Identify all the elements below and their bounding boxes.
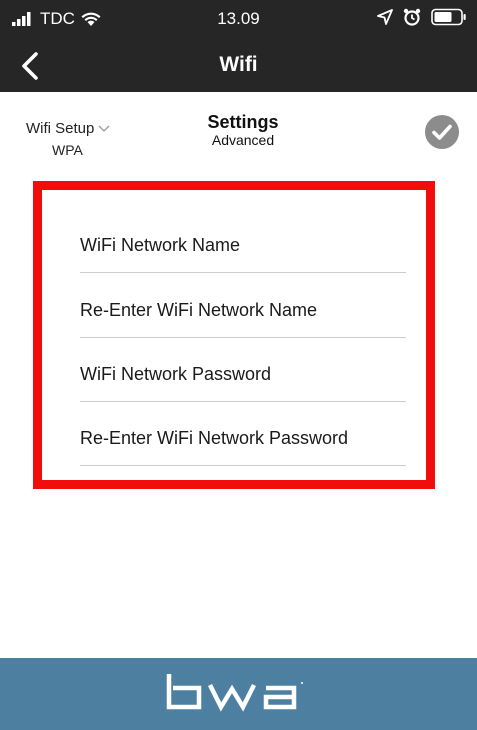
brand-footer <box>0 658 477 730</box>
field-placeholder: WiFi Network Name <box>80 235 241 255</box>
battery-icon <box>431 8 466 26</box>
confirm-button[interactable] <box>425 115 459 149</box>
settings-mode-toggle[interactable]: Settings Advanced <box>188 112 298 148</box>
settings-title: Settings <box>207 112 279 132</box>
chevron-down-icon <box>98 125 110 132</box>
wifi-setup-value: WPA <box>52 142 83 158</box>
status-right <box>377 8 467 26</box>
field-placeholder: Re-Enter WiFi Network Password <box>80 428 349 448</box>
alarm-icon <box>403 8 421 26</box>
wifi-setup-label: Wifi Setup <box>26 120 95 137</box>
checkmark-icon <box>432 124 452 140</box>
status-bar: TDC 13.09 <box>0 0 477 40</box>
wifi-network-name-field[interactable]: WiFi Network Name <box>80 213 406 273</box>
reenter-wifi-network-password-field[interactable]: Re-Enter WiFi Network Password <box>80 402 406 466</box>
wifi-form: WiFi Network Name Re-Enter WiFi Network … <box>80 213 406 466</box>
page-title: Wifi <box>219 53 258 76</box>
wifi-setup-dropdown[interactable]: Wifi Setup WPA <box>26 120 146 158</box>
wifi-network-password-field[interactable]: WiFi Network Password <box>80 338 406 402</box>
wifi-setup-label-row: Wifi Setup <box>26 120 146 137</box>
field-placeholder: WiFi Network Password <box>80 364 272 384</box>
nav-bar: Wifi <box>0 40 477 92</box>
field-placeholder: Re-Enter WiFi Network Name <box>80 300 318 320</box>
settings-subtitle: Advanced <box>211 132 275 148</box>
bwa-logo <box>166 674 303 712</box>
reenter-wifi-network-name-field[interactable]: Re-Enter WiFi Network Name <box>80 273 406 338</box>
location-icon <box>377 9 393 25</box>
